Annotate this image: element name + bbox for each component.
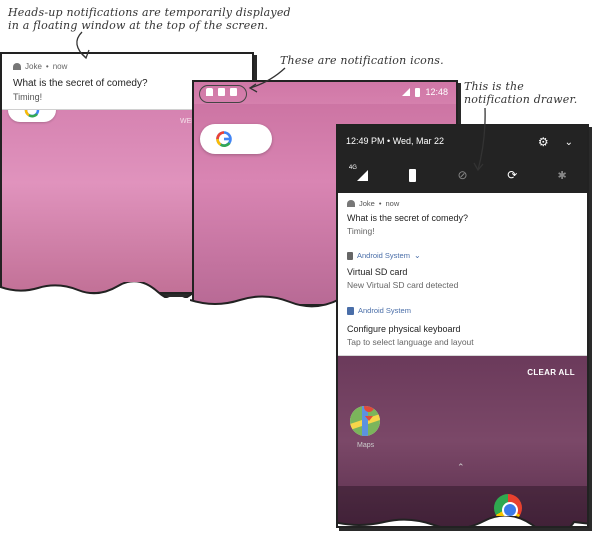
annotation-arrows: [76, 31, 486, 172]
